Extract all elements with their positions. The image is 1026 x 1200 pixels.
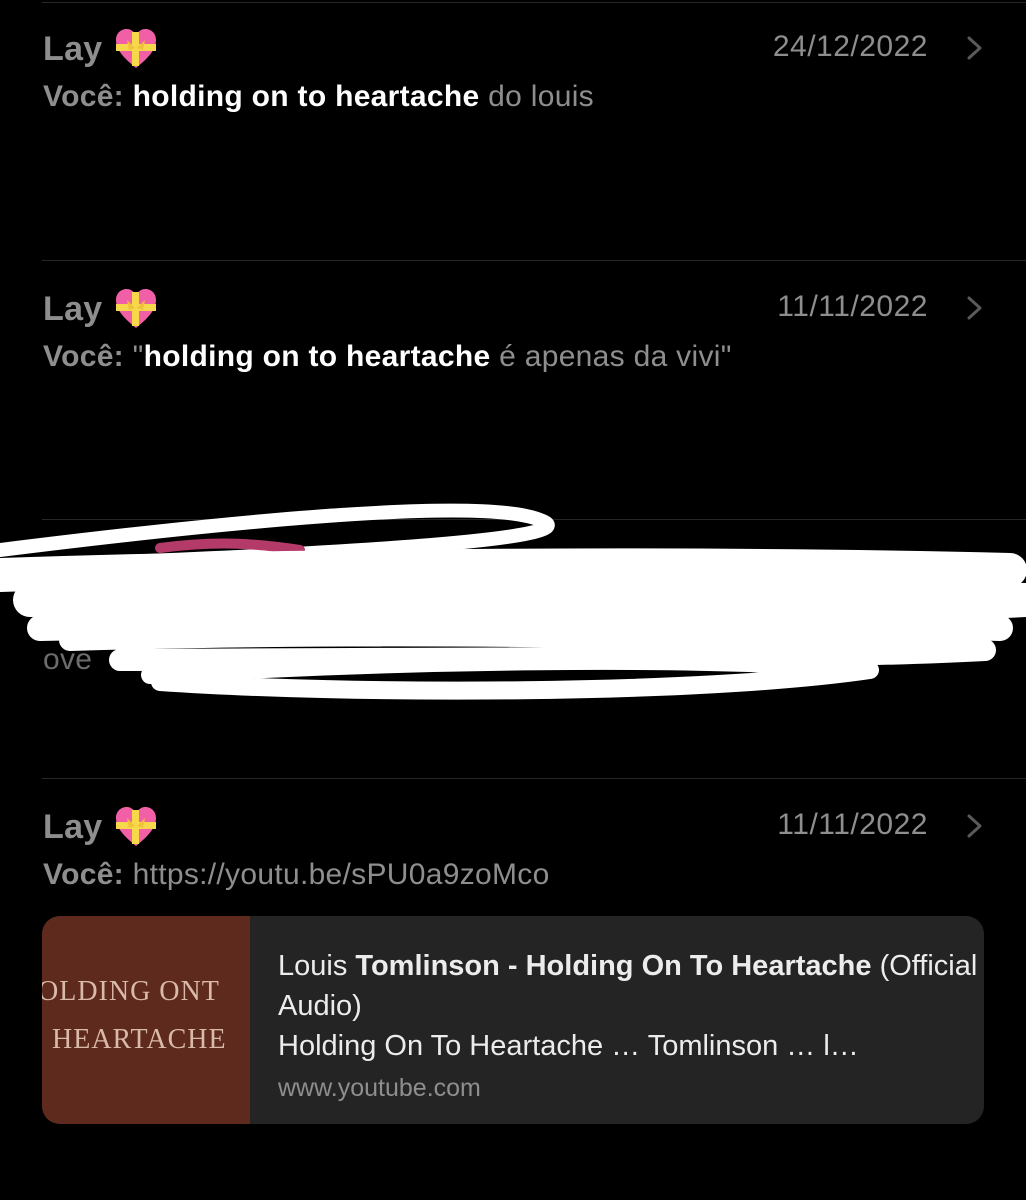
preview-prefix: Você: [43, 80, 124, 113]
conversation-row[interactable]: Lay 24/12/2022 Você: holding on to heart… [0, 0, 1026, 260]
preview-prefix: Você: [43, 858, 124, 891]
chevron-right-icon [967, 296, 982, 320]
video-thumbnail: OLDING ONT HEARTACHE [42, 916, 250, 1124]
link-preview-title: Louis Tomlinson - Holding On To Heartach… [278, 946, 984, 1026]
search-results-list: Lay 24/12/2022 Você: holding on to heart… [0, 0, 1026, 1200]
chevron-right-icon [967, 36, 982, 60]
preview-text: é apenas da vivi" [490, 340, 732, 373]
heart-with-ribbon-icon [115, 289, 156, 328]
preview-text: do louis [479, 80, 594, 113]
message-date: 11/11/2022 [777, 290, 928, 323]
thumbnail-text: OLDING ONT [42, 976, 220, 1007]
preview-link[interactable]: https://youtu.be/sPU0a9zoMco [133, 858, 550, 891]
message-date: 24/12/2022 [772, 30, 928, 63]
preview-highlight: holding on to heartache [143, 340, 491, 373]
message-preview: Você: "holding on to heartache é apenas … [43, 340, 732, 374]
heart-with-ribbon-icon [115, 29, 156, 68]
title-highlight: Tomlinson - Holding On To Heartache [355, 950, 872, 982]
preview-prefix: Você: [43, 340, 124, 373]
sender-label: Lay [43, 289, 103, 328]
preview-text: " [123, 340, 144, 373]
chevron-right-icon [967, 814, 982, 838]
title-text: Louis [278, 950, 348, 982]
redaction-scribble [0, 503, 1026, 700]
sender-name: Lay [43, 286, 159, 332]
link-preview-card[interactable]: OLDING ONT HEARTACHE Louis Tomlinson - H… [42, 916, 984, 1124]
link-preview-description: Holding On To Heartache … Tomlinson … l… [278, 1030, 859, 1062]
sender-name: Lay [43, 26, 159, 72]
message-preview: Você: https://youtu.be/sPU0a9zoMco [43, 858, 550, 892]
message-preview: Você: holding on to heartache do louis [43, 80, 594, 114]
sender-label: Lay [43, 807, 103, 846]
link-preview-body: Louis Tomlinson - Holding On To Heartach… [250, 916, 984, 1124]
link-preview-domain: www.youtube.com [278, 1074, 481, 1102]
heart-with-ribbon-icon [115, 807, 156, 846]
sender-name: Lay [43, 804, 159, 850]
message-date: 11/11/2022 [777, 808, 928, 841]
preview-highlight: holding on to heartache [132, 80, 480, 113]
conversation-row[interactable]: Lay 11/11/2022 Você: "holding on to hear… [0, 260, 1026, 520]
thumbnail-text: HEARTACHE [52, 1024, 227, 1055]
sender-label: Lay [43, 29, 103, 68]
